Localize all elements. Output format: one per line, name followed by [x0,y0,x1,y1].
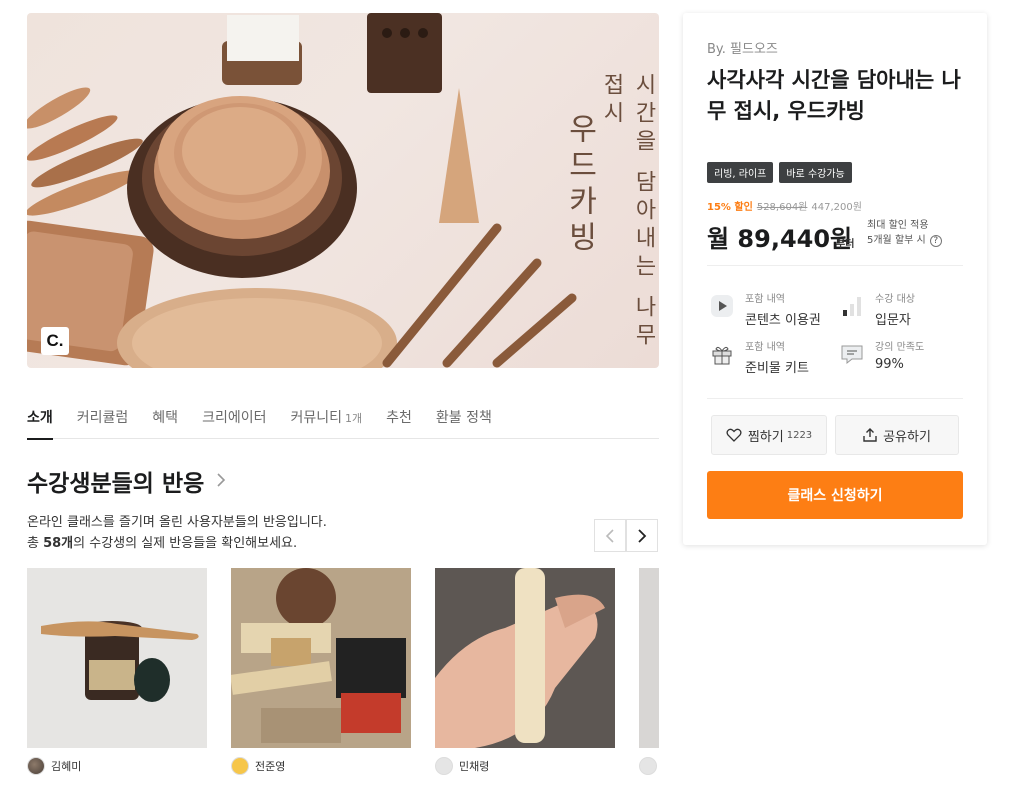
tab-5[interactable]: 추천 [386,395,424,439]
sale-price: 447,200원 [811,202,862,213]
monthly-price: 월 89,440원 [707,225,853,253]
share-icon [863,428,877,442]
reviews-next-button[interactable] [626,519,658,552]
avatar [639,757,657,775]
installment-months: 5개월 할부 시 [867,235,926,246]
avatar [435,757,453,775]
class-hero-image: 우드카빙 시간을 담아내는 나무접시 C. [27,13,659,368]
review-photo-1[interactable] [27,568,207,748]
review-photo-2[interactable] [231,568,411,748]
class-title: 사각사각 시간을 담아내는 나무 접시, 우드카빙 [707,68,961,123]
tab-6[interactable]: 환불 정책 [436,395,504,439]
reviewer-name: 민채령 [459,760,490,773]
review-photo-4-partial[interactable] [639,568,659,748]
avatar [231,757,249,775]
chip-category: 리빙, 라이프 [707,162,774,183]
from-label: 부터 [836,239,855,250]
like-label: 찜하기 [747,429,784,445]
installment-line1: 최대 할인 적용 [867,220,929,231]
signal-bars-icon [839,293,865,319]
original-price: 528,604원 [756,202,808,213]
info-value: 준비물 키트 [745,361,809,376]
tab-2[interactable]: 혜택 [152,395,190,439]
carving-tools-photo [231,568,411,748]
discount-rate: 15% 할인 [707,202,753,213]
tab-label: 소개 [27,410,53,426]
installment-info: 최대 할인 적용 5개월 할부 시? [867,218,942,248]
price-breakdown: 15% 할인 528,604원 447,200원 [707,198,862,213]
like-button[interactable]: 찜하기 1223 [711,415,827,455]
purchase-card: By. 필드오즈 사각사각 시간을 담아내는 나무 접시, 우드카빙 리빙, 라… [683,13,987,545]
tab-label: 환불 정책 [435,410,492,426]
chat-icon [839,341,865,367]
tab-label: 커리큘럼 [76,410,129,426]
info-included-kit: 포함 내역준비물 키트 [709,341,809,376]
tab-label: 혜택 [152,410,179,426]
reviewer-3: 민채령 [435,757,489,775]
info-satisfaction: 강의 만족도 99% [839,341,924,372]
reviewer-2: 전준영 [231,757,285,775]
avatar [27,757,45,775]
reviewer-name: 김혜미 [51,760,82,773]
tab-label: 커뮤니티 [290,410,342,426]
tab-label: 추천 [386,410,412,426]
hero-title-sub: 시간을 담아내는 나무접시 [599,73,656,351]
apply-class-button[interactable]: 클래스 신청하기 [707,471,963,519]
info-target-level: 수강 대상입문자 [839,293,915,328]
reviews-desc-line1: 온라인 클래스를 즐기며 올린 사용자분들의 반응입니다. [27,515,327,530]
chevron-right-icon [216,469,226,493]
installment-line2[interactable]: 5개월 할부 시? [867,233,942,248]
tab-4[interactable]: 커뮤니티 1개 [290,395,374,439]
reviews-prev-button[interactable] [594,519,626,552]
reviews-section-title[interactable]: 수강생분들의 반응 [27,464,226,498]
class101-logo: C. [41,327,69,355]
review-photo-3[interactable] [435,568,615,748]
tab-1[interactable]: 커리큘럼 [77,395,141,439]
divider [707,265,963,266]
info-value: 99% [875,357,904,372]
reviewer-name: 전준영 [255,760,286,773]
class-section-tabs: 소개 커리큘럼 혜택 크리에이터 커뮤니티 1개 추천 환불 정책 [27,395,659,440]
share-button[interactable]: 공유하기 [835,415,959,455]
heart-icon [726,428,742,442]
chip-available: 바로 수강가능 [779,162,852,183]
tab-count: 1개 [345,412,363,425]
category-chips: 리빙, 라이프 바로 수강가능 [707,162,852,183]
tab-3[interactable]: 크리에이터 [202,395,278,439]
gift-icon [709,341,735,367]
info-label: 포함 내역 [745,342,785,353]
info-included-content: 포함 내역콘텐츠 이용권 [709,293,821,328]
reviews-title-text: 수강생분들의 반응 [27,471,205,497]
reviews-desc-line2: 총 58개의 수강생의 실제 반응들을 확인해보세요. [27,533,327,554]
like-count: 1223 [786,429,813,441]
chevron-left-icon [605,528,614,543]
share-label: 공유하기 [883,429,931,445]
desc-prefix: 총 [27,536,44,551]
creator-name[interactable]: By. 필드오즈 [707,38,778,57]
info-value: 입문자 [875,313,911,328]
desc-suffix: 의 수강생의 실제 반응들을 확인해보세요. [73,536,298,551]
wooden-rod-in-hand-photo [435,568,615,748]
reviewer-1: 김혜미 [27,757,81,775]
tab-0[interactable]: 소개 [27,395,65,440]
spreader-on-jar-photo [27,568,207,748]
info-label: 포함 내역 [745,294,785,305]
chevron-right-icon [638,528,647,543]
tab-label: 크리에이터 [202,410,267,426]
review-count: 58개 [43,536,74,551]
reviews-description: 온라인 클래스를 즐기며 올린 사용자분들의 반응입니다. 총 58개의 수강생… [27,512,327,554]
help-icon[interactable]: ? [929,235,942,247]
info-label: 강의 만족도 [875,342,925,353]
info-label: 수강 대상 [875,294,915,305]
divider [707,398,963,399]
play-icon [709,293,735,319]
info-value: 콘텐츠 이용권 [745,313,821,328]
reviewer-4-partial [639,757,663,775]
